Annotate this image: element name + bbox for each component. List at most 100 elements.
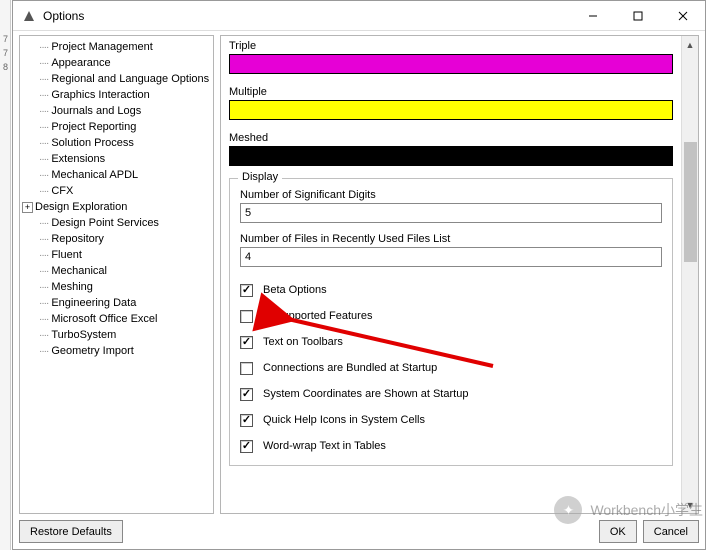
sig-digits-field: Number of Significant Digits [240,189,662,223]
tree-connector-icon: ···· [36,138,51,149]
tree-item-label: Appearance [51,57,110,69]
cancel-button[interactable]: Cancel [643,520,699,543]
sig-digits-input[interactable] [240,203,662,223]
tree-item[interactable]: ····CFX [22,183,211,199]
category-tree[interactable]: ····Project Management····Appearance····… [19,35,214,514]
scroll-track[interactable] [682,53,698,496]
tree-item-label: Mechanical APDL [51,169,138,181]
tree-connector-icon: ···· [36,122,51,133]
scroll-up-icon[interactable]: ▲ [682,36,698,53]
tree-connector-icon: ···· [36,234,51,245]
recent-files-input[interactable] [240,247,662,267]
checkbox-row: System Coordinates are Shown at Startup [240,381,662,407]
checkbox-row: Text on Toolbars [240,329,662,355]
color-meshed-swatch[interactable] [229,146,673,166]
tree-item-label: Solution Process [51,137,134,149]
tree-item[interactable]: ····Graphics Interaction [22,87,211,103]
settings-pane: Triple Multiple Meshed Display [220,35,699,514]
tree-item-label: Design Point Services [51,217,159,229]
checkbox-label: System Coordinates are Shown at Startup [263,388,468,400]
checkbox-label: Quick Help Icons in System Cells [263,414,425,426]
tree-connector-icon: ···· [36,74,51,85]
tree-item-label: Graphics Interaction [51,89,149,101]
checkbox-row: Unsupported Features [240,303,662,329]
checkbox-label: Beta Options [263,284,327,296]
minimize-button[interactable] [570,1,615,30]
color-multiple-swatch[interactable] [229,100,673,120]
tree-item[interactable]: ····Project Reporting [22,119,211,135]
tree-item[interactable]: ····Repository [22,231,211,247]
tree-connector-icon: ···· [36,90,51,101]
tree-connector-icon: ···· [36,298,51,309]
sig-digits-label: Number of Significant Digits [240,189,662,201]
checkbox[interactable] [240,310,253,323]
tree-item-label: Extensions [51,153,105,165]
tree-connector-icon: ···· [36,154,51,165]
checkbox-label: Connections are Bundled at Startup [263,362,437,374]
checkbox[interactable] [240,362,253,375]
scroll-down-icon[interactable]: ▼ [682,496,698,513]
checkbox-label: Text on Toolbars [263,336,343,348]
tree-expander-icon[interactable]: + [22,202,33,213]
tree-item[interactable]: ····Microsoft Office Excel [22,311,211,327]
color-triple-swatch[interactable] [229,54,673,74]
tree-item-label: Geometry Import [51,345,134,357]
tree-connector-icon: ···· [36,186,51,197]
checkbox[interactable] [240,388,253,401]
tree-connector-icon: ···· [36,170,51,181]
tree-item-label: Engineering Data [51,297,136,309]
checkbox[interactable] [240,414,253,427]
vertical-scrollbar[interactable]: ▲ ▼ [681,36,698,513]
tree-item[interactable]: ····Appearance [22,55,211,71]
scroll-thumb[interactable] [684,142,697,262]
checkbox[interactable] [240,284,253,297]
tree-item-label: Microsoft Office Excel [51,313,157,325]
tree-item-label: Meshing [51,281,93,293]
tree-item[interactable]: ····Meshing [22,279,211,295]
maximize-button[interactable] [615,1,660,30]
color-multiple-row: Multiple [229,86,673,120]
tree-item[interactable]: ····Mechanical APDL [22,167,211,183]
tree-item[interactable]: +Design Exploration [22,199,211,215]
tree-item[interactable]: ····Extensions [22,151,211,167]
tree-connector-icon: ···· [36,330,51,341]
background-sliver: 778 [0,0,11,550]
close-button[interactable] [660,1,705,30]
content-area: ····Project Management····Appearance····… [13,31,705,549]
color-triple-row: Triple [229,40,673,74]
tree-connector-icon: ···· [36,106,51,117]
checkbox-label: Word-wrap Text in Tables [263,440,386,452]
app-icon [21,8,37,24]
tree-item[interactable]: ····TurboSystem [22,327,211,343]
tree-item[interactable]: ····Regional and Language Options [22,71,211,87]
checkbox[interactable] [240,336,253,349]
tree-connector-icon: ···· [36,250,51,261]
tree-connector-icon: ···· [36,218,51,229]
checkbox[interactable] [240,440,253,453]
checkbox-row: Word-wrap Text in Tables [240,433,662,459]
tree-item[interactable]: ····Mechanical [22,263,211,279]
window-title: Options [43,9,84,23]
tree-connector-icon: ···· [36,346,51,357]
checkbox-row: Quick Help Icons in System Cells [240,407,662,433]
tree-item-label: Mechanical [51,265,107,277]
recent-files-field: Number of Files in Recently Used Files L… [240,233,662,267]
tree-item[interactable]: ····Geometry Import [22,343,211,359]
tree-item[interactable]: ····Design Point Services [22,215,211,231]
restore-defaults-button[interactable]: Restore Defaults [19,520,123,543]
tree-item[interactable]: ····Journals and Logs [22,103,211,119]
tree-item[interactable]: ····Solution Process [22,135,211,151]
tree-connector-icon: ···· [36,58,51,69]
color-multiple-label: Multiple [229,86,673,98]
color-meshed-row: Meshed [229,132,673,166]
tree-item[interactable]: ····Project Management [22,39,211,55]
display-legend: Display [238,171,282,183]
tree-connector-icon: ···· [36,282,51,293]
checkbox-label: Unsupported Features [263,310,372,322]
tree-item[interactable]: ····Fluent [22,247,211,263]
tree-item-label: Fluent [51,249,82,261]
recent-files-label: Number of Files in Recently Used Files L… [240,233,662,245]
tree-item-label: CFX [51,185,73,197]
tree-item[interactable]: ····Engineering Data [22,295,211,311]
ok-button[interactable]: OK [599,520,637,543]
